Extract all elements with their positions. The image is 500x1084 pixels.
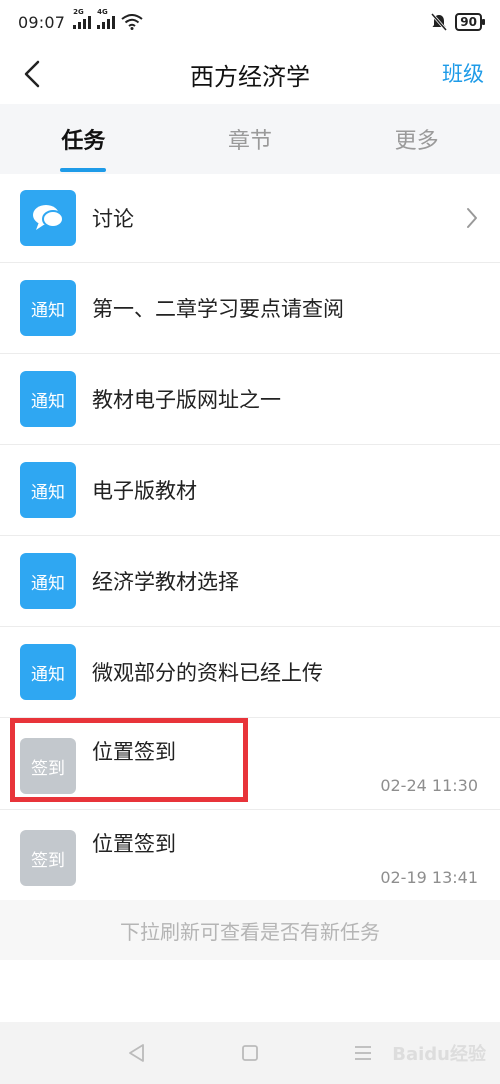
checkin-title: 位置签到 xyxy=(92,740,176,764)
notice-row[interactable]: 通知 经济学教材选择 xyxy=(0,536,500,627)
tab-bar: 任务 章节 更多 xyxy=(0,104,500,174)
signal-icon: 4G xyxy=(97,8,116,29)
watermark: Baidu经验 xyxy=(392,1044,486,1065)
system-nav-bar: Baidu经验 xyxy=(0,1022,500,1084)
notice-title: 电子版教材 xyxy=(92,479,197,503)
nav-back-icon[interactable] xyxy=(127,1043,147,1063)
checkin-title: 位置签到 xyxy=(92,832,176,856)
status-icons: 2G 4G xyxy=(73,8,143,30)
notice-title: 第一、二章学习要点请查阅 xyxy=(92,297,344,321)
checkin-time: 02-19 13:41 xyxy=(380,868,478,887)
nav-menu-icon[interactable] xyxy=(353,1043,373,1063)
discussion-row[interactable]: 讨论 xyxy=(0,174,500,263)
status-time: 09:07 xyxy=(18,12,66,32)
chat-bubble-icon xyxy=(20,190,76,246)
back-button[interactable] xyxy=(14,54,50,94)
notice-badge: 通知 xyxy=(20,280,76,336)
tab-chapters[interactable]: 章节 xyxy=(167,104,334,174)
battery-icon: 90 xyxy=(455,13,485,31)
nav-bar: 西方经济学 班级 xyxy=(0,44,500,104)
notice-row[interactable]: 通知 第一、二章学习要点请查阅 xyxy=(0,263,500,354)
tab-more[interactable]: 更多 xyxy=(333,104,500,174)
notice-row[interactable]: 通知 教材电子版网址之一 xyxy=(0,354,500,445)
refresh-hint: 下拉刷新可查看是否有新任务 xyxy=(0,900,500,960)
notice-row[interactable]: 通知 电子版教材 xyxy=(0,445,500,536)
tab-tasks[interactable]: 任务 xyxy=(0,104,167,174)
notice-badge: 通知 xyxy=(20,371,76,427)
notice-title: 微观部分的资料已经上传 xyxy=(92,661,323,685)
checkin-time: 02-24 11:30 xyxy=(380,776,478,795)
nav-home-icon[interactable] xyxy=(240,1043,260,1063)
checkin-badge: 签到 xyxy=(20,738,76,794)
wifi-icon xyxy=(121,14,143,30)
notice-row[interactable]: 通知 微观部分的资料已经上传 xyxy=(0,627,500,718)
checkin-badge: 签到 xyxy=(20,830,76,886)
bell-muted-icon xyxy=(431,13,448,31)
status-bar: 09:07 2G 4G 90 xyxy=(0,0,500,44)
notice-title: 经济学教材选择 xyxy=(92,570,239,594)
notice-badge: 通知 xyxy=(20,644,76,700)
notice-badge: 通知 xyxy=(20,462,76,518)
status-right: 90 xyxy=(431,13,485,31)
discussion-label: 讨论 xyxy=(92,207,134,231)
chevron-left-icon xyxy=(24,60,40,88)
notice-title: 教材电子版网址之一 xyxy=(92,388,281,412)
checkin-row[interactable]: 签到 位置签到 02-24 11:30 xyxy=(0,718,500,810)
page-title: 西方经济学 xyxy=(190,62,310,91)
checkin-row[interactable]: 签到 位置签到 02-19 13:41 xyxy=(0,810,500,902)
task-list: 讨论 通知 第一、二章学习要点请查阅 通知 教材电子版网址之一 通知 电子版教材… xyxy=(0,174,500,902)
signal-icon: 2G xyxy=(73,8,92,29)
notice-badge: 通知 xyxy=(20,553,76,609)
chevron-right-icon xyxy=(467,208,477,228)
class-button[interactable]: 班级 xyxy=(442,58,484,88)
